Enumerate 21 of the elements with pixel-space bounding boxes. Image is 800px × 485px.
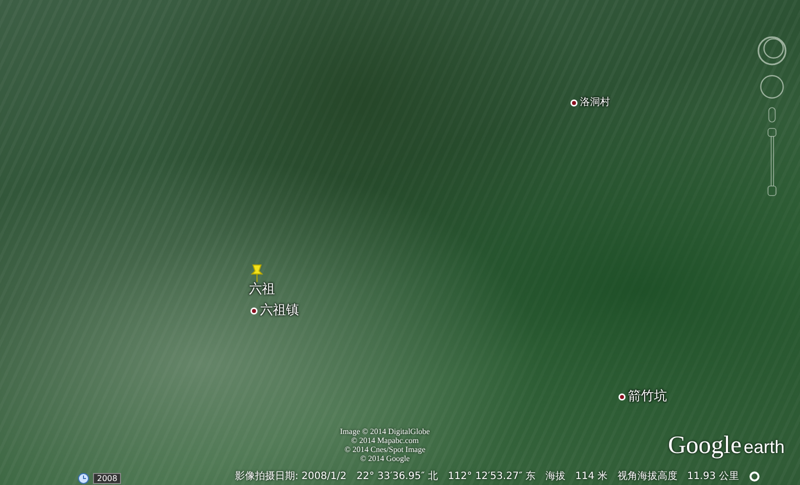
pushpin-icon — [249, 263, 265, 283]
copyright-text: © 2014 Cnes/Spot Image — [344, 445, 426, 454]
longitude-text: 112° 12′53.27″ 东 — [448, 470, 536, 483]
place-marker-icon — [570, 98, 578, 106]
elevation-text: 海拔 114 米 — [546, 470, 608, 483]
latitude-text: 22° 33′36.95″ 北 — [356, 470, 438, 483]
eye-altitude-text: 视角海拔高度 11.93 公里 — [618, 470, 739, 483]
clock-icon — [78, 473, 89, 484]
place-label: 六祖 — [249, 283, 275, 298]
place-marker-icon — [250, 307, 258, 316]
place-label: 箭竹坑 — [628, 390, 667, 404]
place-label: 洛洞村 — [580, 97, 610, 108]
place-label: 六祖镇 — [260, 304, 299, 318]
product-logo: Googleearth — [668, 432, 785, 460]
place-marker-icon — [618, 393, 626, 402]
timeline-year-button[interactable]: 2008 — [93, 473, 122, 484]
copyright-text: Image © 2014 DigitalGlobe — [340, 427, 430, 436]
loading-ring-icon — [748, 470, 760, 482]
imagery-date-text: 影像拍摄日期: 2008/1/2 — [235, 470, 346, 483]
copyright-text: © 2014 Mapabc.com — [351, 436, 419, 445]
copyright-text: © 2014 Google — [360, 454, 410, 463]
